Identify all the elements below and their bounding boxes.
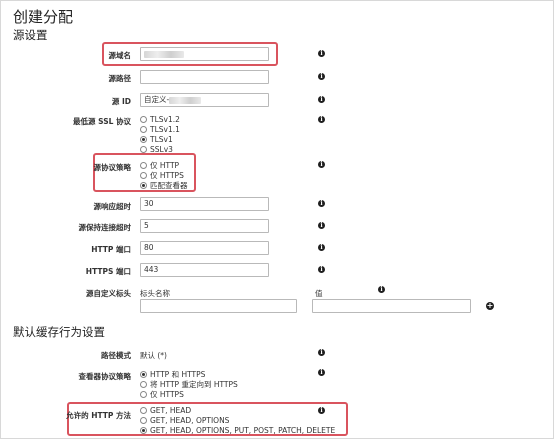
info-icon[interactable]: i: [318, 161, 325, 168]
origin-domain-input[interactable]: [140, 47, 269, 61]
origin-path-label: 源路径: [108, 74, 132, 83]
redacted-value: [144, 50, 184, 58]
viewer-protocol-label: 查看器协议策略: [78, 372, 132, 381]
origin-id-label: 源 ID: [111, 97, 131, 106]
origin-id-value: 自定义-: [144, 95, 170, 104]
methods-option-get-head-options[interactable]: GET, HEAD, OPTIONS: [140, 416, 229, 425]
keepalive-timeout-input[interactable]: 5: [140, 219, 269, 233]
info-icon[interactable]: i: [318, 200, 325, 207]
https-port-label: HTTPS 端口: [85, 267, 131, 276]
header-value-input[interactable]: [312, 299, 471, 313]
https-port-input[interactable]: 443: [140, 263, 269, 277]
info-icon[interactable]: i: [318, 244, 325, 251]
custom-header-label: 源自定义标头: [86, 289, 131, 298]
ssl-option-tlsv11[interactable]: TLSv1.1: [140, 125, 180, 134]
info-icon[interactable]: i: [378, 286, 385, 293]
plus-circle-icon[interactable]: +: [486, 302, 494, 310]
response-timeout-label: 源响应超时: [93, 202, 132, 211]
page-title: 创建分配: [13, 8, 74, 26]
http-port-label: HTTP 端口: [91, 245, 131, 254]
info-icon[interactable]: i: [318, 116, 325, 123]
origin-id-input[interactable]: 自定义-: [140, 93, 269, 107]
ssl-protocol-label: 最低源 SSL 协议: [73, 117, 131, 126]
allowed-methods-label: 允许的 HTTP 方法: [66, 411, 131, 420]
methods-option-get-head[interactable]: GET, HEAD: [140, 406, 191, 415]
origin-protocol-label: 源协议策略: [93, 163, 132, 172]
info-icon[interactable]: i: [318, 50, 325, 57]
info-icon[interactable]: i: [318, 96, 325, 103]
path-pattern-value: 默认 (*): [140, 351, 167, 360]
info-icon[interactable]: i: [318, 266, 325, 273]
ssl-option-tlsv1[interactable]: TLSv1: [140, 135, 173, 144]
info-icon[interactable]: i: [318, 73, 325, 80]
path-pattern-label: 路径模式: [101, 351, 131, 360]
origin-domain-label: 源域名: [108, 51, 132, 60]
cache-section-title: 默认缓存行为设置: [13, 325, 105, 339]
redacted-value: [169, 96, 202, 104]
origin-section-title: 源设置: [13, 28, 48, 42]
viewer-option-https-only[interactable]: 仅 HTTPS: [140, 389, 184, 400]
info-icon[interactable]: i: [318, 369, 325, 376]
header-name-column: 标头名称: [140, 289, 170, 298]
response-timeout-input[interactable]: 30: [140, 197, 269, 211]
info-icon[interactable]: i: [318, 407, 325, 414]
ssl-option-tlsv12[interactable]: TLSv1.2: [140, 115, 180, 124]
methods-option-all[interactable]: GET, HEAD, OPTIONS, PUT, POST, PATCH, DE…: [140, 426, 335, 435]
info-icon[interactable]: i: [318, 349, 325, 356]
header-name-input[interactable]: [140, 299, 297, 313]
header-value-column: 值: [315, 289, 323, 298]
protocol-option-match-viewer[interactable]: 匹配查看器: [140, 180, 188, 191]
origin-path-input[interactable]: [140, 70, 269, 84]
http-port-input[interactable]: 80: [140, 241, 269, 255]
info-icon[interactable]: i: [318, 222, 325, 229]
keepalive-timeout-label: 源保持连接超时: [78, 223, 132, 232]
